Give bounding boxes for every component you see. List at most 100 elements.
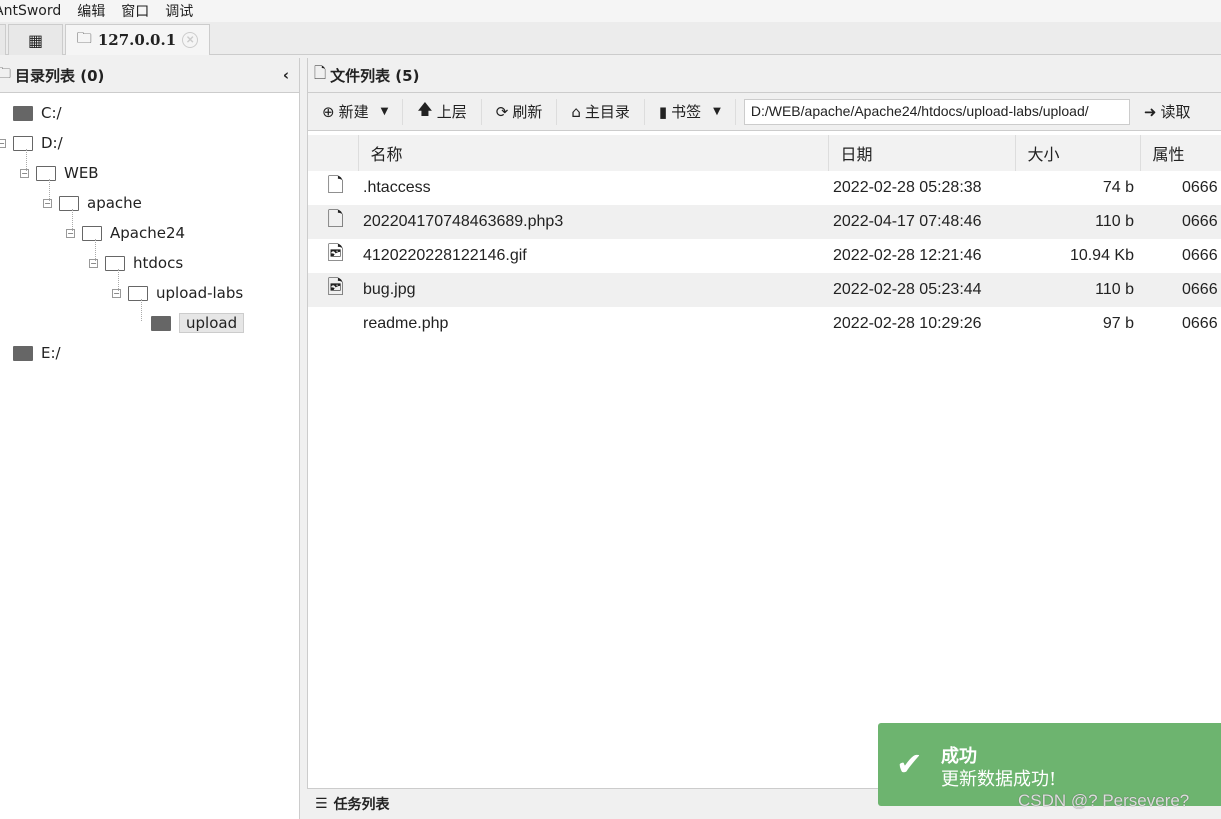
file-row[interactable]: 🗋 202204170748463689.php3 2022-04-17 07:… (308, 205, 1221, 239)
file-date: 2022-02-28 05:28:38 (833, 179, 982, 196)
file-name: 4120220228122146.gif (363, 247, 527, 264)
file-attr: 0666 (1140, 273, 1221, 307)
collapse-toggle-icon[interactable]: − (43, 199, 52, 208)
tab-home[interactable]: ▦ (8, 24, 63, 55)
file-panel: 🗋 文件列表 (5) ⊕ 新建 ▼ 🡅 上层 ⟳ 刷新 ⌂ 主目录 ▮ 书签 ▼ D:/WEB… (307, 58, 1221, 788)
column-date[interactable]: 日期 (828, 135, 1016, 171)
file-icon: 🗋 (327, 175, 344, 197)
refresh-button[interactable]: ⟳ 刷新 (482, 98, 558, 125)
collapse-toggle-icon[interactable]: − (112, 289, 121, 298)
task-list-title: 任务列表 (333, 797, 390, 813)
column-icon (308, 135, 359, 171)
column-size[interactable]: 大小 (1015, 135, 1141, 171)
arrow-right-icon: ➜ (1143, 102, 1157, 121)
directory-panel: 🗀 目录列表 (0) ‹ C:/ D:/ − WEB − apache − Apache24 −… (0, 58, 300, 819)
panel-title: 目录列表 (0) (15, 66, 105, 85)
folder-icon (128, 285, 148, 301)
menu-antsword[interactable]: AntSword (0, 3, 61, 19)
collapse-chevron-icon[interactable]: ‹ (283, 66, 289, 84)
tree-node-label: upload-labs (156, 284, 244, 302)
tree-node[interactable]: htdocs (105, 251, 183, 275)
tree-node[interactable]: D:/ (13, 131, 63, 155)
file-name: .htaccess (363, 179, 431, 196)
file-date: 2022-02-28 12:21:46 (833, 247, 982, 264)
file-row[interactable]: readme.php 2022-02-28 10:29:26 97 b 0666 (308, 307, 1221, 340)
menu-edit[interactable]: 编辑 (77, 1, 105, 21)
column-name[interactable]: 名称 (358, 135, 829, 171)
folder-icon: 🗀 (0, 63, 12, 82)
tree-node[interactable]: upload-labs (128, 281, 243, 305)
tree-node[interactable]: WEB (36, 161, 99, 185)
collapse-toggle-icon[interactable]: − (89, 259, 98, 268)
checkmark-icon: ✔ (896, 745, 923, 783)
tree-line (95, 239, 96, 261)
home-icon: ⌂ (571, 102, 581, 121)
tree-node-label: upload (179, 313, 245, 333)
new-label: 新建 (338, 103, 369, 121)
home-button[interactable]: ⌂ 主目录 (557, 98, 645, 125)
tree-line (49, 179, 50, 201)
refresh-icon: ⟳ (495, 102, 509, 121)
file-size: 74 b (1102, 179, 1134, 196)
close-tab-icon[interactable]: ✕ (182, 32, 199, 48)
folder-icon: 🗀 (76, 28, 92, 47)
caret-down-icon: ▼ (713, 106, 721, 117)
caret-down-icon: ▼ (380, 106, 389, 117)
folder-icon (13, 105, 33, 121)
collapse-toggle-icon[interactable]: − (20, 169, 29, 178)
menubar: AntSword 编辑 窗口 调试 (0, 0, 1221, 22)
file-toolbar: ⊕ 新建 ▼ 🡅 上层 ⟳ 刷新 ⌂ 主目录 ▮ 书签 ▼ D:/WEB/apache/Apa… (308, 93, 1221, 131)
up-label: 上层 (436, 103, 467, 121)
column-attr[interactable]: 属性 (1140, 135, 1221, 171)
new-button[interactable]: ⊕ 新建 ▼ (308, 98, 404, 125)
file-icon: 🗋 (314, 63, 327, 82)
panel-title: 文件列表 (5) (330, 66, 420, 85)
tree-node-label: Apache24 (110, 224, 186, 242)
list-icon: ☰ (315, 796, 328, 812)
tree-line (72, 209, 73, 231)
collapse-toggle-icon[interactable]: − (66, 229, 75, 238)
file-size: 110 b (1015, 273, 1140, 307)
file-date: 2022-02-28 10:29:26 (833, 314, 982, 332)
bookmark-label: 书签 (671, 103, 702, 121)
up-button[interactable]: 🡅 上层 (403, 98, 482, 125)
tree-node-label: C:/ (41, 104, 62, 122)
tree-node[interactable]: C:/ (13, 101, 62, 125)
menu-window[interactable]: 窗口 (121, 1, 149, 21)
tree-node-label: WEB (64, 164, 99, 182)
file-table: 名称 日期 大小 属性 🗋 .htaccess 2022-02-28 05:28… (308, 135, 1221, 340)
tree-node-label: E:/ (41, 344, 61, 362)
menu-debug[interactable]: 调试 (165, 1, 193, 21)
file-row[interactable]: 🖻 bug.jpg 2022-02-28 05:23:44 110 b 0666 (308, 273, 1221, 307)
file-size: 110 b (1015, 205, 1140, 239)
file-attr: 0666 (1140, 205, 1221, 239)
collapse-toggle-icon[interactable]: − (0, 139, 6, 148)
read-label: 读取 (1160, 103, 1191, 121)
image-file-icon: 🖻 (308, 273, 358, 307)
path-input[interactable]: D:/WEB/apache/Apache24/htdocs/upload-lab… (743, 98, 1130, 125)
folder-icon (151, 315, 171, 331)
grid-icon: ▦ (27, 30, 44, 50)
bookmark-icon: ▮ (658, 102, 668, 121)
tree-node[interactable]: upload (151, 311, 245, 335)
refresh-label: 刷新 (512, 103, 543, 121)
directory-panel-header: 🗀 目录列表 (0) ‹ (0, 58, 299, 93)
tree-node[interactable]: E:/ (13, 341, 61, 365)
file-panel-header: 🗋 文件列表 (5) (308, 58, 1221, 93)
tab-127-0-0-1[interactable]: 🗀 127.0.0.1 ✕ (65, 24, 210, 55)
tree-node[interactable]: Apache24 (82, 221, 185, 245)
file-date: 2022-02-28 05:23:44 (828, 273, 1015, 307)
read-button[interactable]: ➜ 读取 (1130, 99, 1205, 125)
code-file-icon (308, 307, 358, 340)
tab-partial[interactable] (0, 24, 6, 55)
tree-node-label: D:/ (41, 134, 63, 152)
file-row[interactable]: 🖻 4120220228122146.gif 2022-02-28 12:21:… (308, 239, 1221, 273)
file-row[interactable]: 🗋 .htaccess 2022-02-28 05:28:38 74 b 066… (308, 171, 1221, 205)
folder-icon (36, 165, 56, 181)
bookmark-button[interactable]: ▮ 书签 ▼ (645, 98, 736, 125)
file-size: 10.94 Kb (1069, 247, 1134, 264)
file-attr: 0666 (1182, 179, 1218, 196)
folder-icon (13, 135, 33, 151)
folder-icon (13, 345, 33, 361)
tree-node-label: htdocs (133, 254, 184, 272)
